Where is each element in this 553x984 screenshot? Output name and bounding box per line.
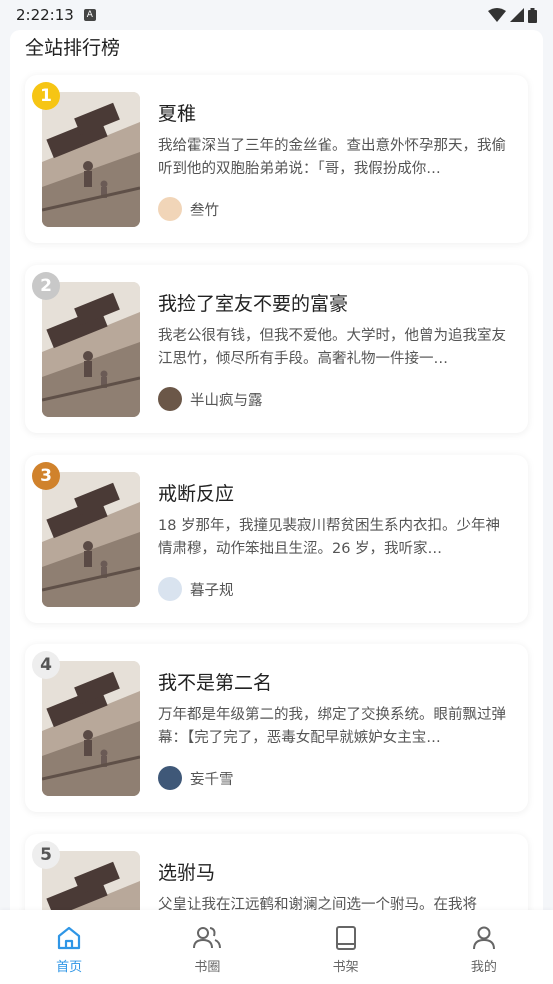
book-card[interactable]: 1 夏稚 我给霍深当了三年的金丝雀。查出意外怀孕那天，我偷听到他的双胞胎弟弟说：… — [25, 75, 528, 243]
book-cover[interactable] — [42, 472, 140, 607]
rank-badge: 2 — [32, 272, 60, 300]
book-card[interactable]: 3 戒断反应 18 岁那年，我撞见裴寂川帮贫困生系内衣扣。少年神情肃穆，动作笨拙… — [25, 455, 528, 623]
book-cover[interactable] — [42, 92, 140, 227]
tab-label: 书架 — [332, 960, 359, 975]
author-name: 暮子规 — [190, 582, 234, 599]
bottom-tab-bar: 首页 书圈 书架 我的 — [0, 910, 553, 984]
author-row[interactable]: 半山疯与露 — [158, 387, 263, 411]
tab-label: 首页 — [56, 960, 83, 975]
author-name: 半山疯与露 — [190, 392, 263, 409]
book-description: 万年都是年级第二的我，绑定了交换系统。眼前飘过弹幕：【完了完了，恶毒女配早就嫉妒… — [158, 707, 506, 746]
author-avatar — [158, 387, 182, 411]
signal-icon — [510, 8, 524, 22]
author-row[interactable]: 叁竹 — [158, 197, 219, 221]
home-icon — [58, 926, 81, 950]
book-title[interactable]: 戒断反应 — [158, 479, 234, 506]
accessibility-badge-icon: A — [83, 9, 96, 21]
book-title[interactable]: 夏稚 — [158, 99, 196, 126]
book-card[interactable]: 4 我不是第二名 万年都是年级第二的我，绑定了交换系统。眼前飘过弹幕：【完了完了… — [25, 644, 528, 812]
book-title[interactable]: 我捡了室友不要的富豪 — [158, 289, 348, 316]
author-name: 叁竹 — [190, 202, 219, 219]
ranking-panel: 全站排行榜 1 夏稚 我给霍深当了三年的金丝雀。查出意外怀孕那天，我偷听到他的双… — [10, 30, 543, 920]
book-cover[interactable] — [42, 661, 140, 796]
tab-circle[interactable]: 书圈 — [138, 910, 276, 984]
book-icon — [335, 926, 356, 950]
tab-bookshelf[interactable]: 书架 — [277, 910, 415, 984]
status-time: 2:22:13 — [16, 6, 74, 24]
people-icon — [193, 927, 222, 949]
book-cover[interactable] — [42, 282, 140, 417]
author-row[interactable]: 妄千雪 — [158, 766, 234, 790]
rank-badge: 4 — [32, 651, 60, 679]
rank-badge: 3 — [32, 462, 60, 490]
book-description: 我老公很有钱，但我不爱他。大学时，他曾为追我室友江思竹，倾尽所有手段。高奢礼物一… — [158, 328, 506, 367]
rank-badge: 1 — [32, 82, 60, 110]
author-avatar — [158, 766, 182, 790]
tab-home[interactable]: 首页 — [0, 910, 138, 984]
tab-label: 我的 — [470, 960, 497, 975]
book-title[interactable]: 选驸马 — [158, 858, 215, 885]
ranking-title: 全站排行榜 — [25, 37, 121, 59]
book-description: 18 岁那年，我撞见裴寂川帮贫困生系内衣扣。少年神情肃穆，动作笨拙且生涩。26 … — [158, 518, 501, 557]
user-icon — [472, 926, 495, 950]
status-bar: 2:22:13 A — [0, 0, 553, 30]
author-avatar — [158, 197, 182, 221]
author-name: 妄千雪 — [190, 771, 234, 788]
rank-badge: 5 — [32, 841, 60, 869]
wifi-icon — [488, 8, 506, 22]
tab-label: 书圈 — [194, 960, 221, 975]
book-title[interactable]: 我不是第二名 — [158, 668, 272, 695]
tab-profile[interactable]: 我的 — [415, 910, 553, 984]
status-indicators — [488, 7, 537, 23]
book-card[interactable]: 2 我捡了室友不要的富豪 我老公很有钱，但我不爱他。大学时，他曾为追我室友江思竹… — [25, 265, 528, 433]
author-row[interactable]: 暮子规 — [158, 577, 234, 601]
author-avatar — [158, 577, 182, 601]
battery-icon — [528, 7, 537, 23]
book-description: 我给霍深当了三年的金丝雀。查出意外怀孕那天，我偷听到他的双胞胎弟弟说：「哥，我假… — [158, 138, 506, 177]
book-card[interactable]: 5 选驸马 父皇让我在江远鹤和谢澜之间选一个驸马。在我将 — [25, 834, 528, 920]
